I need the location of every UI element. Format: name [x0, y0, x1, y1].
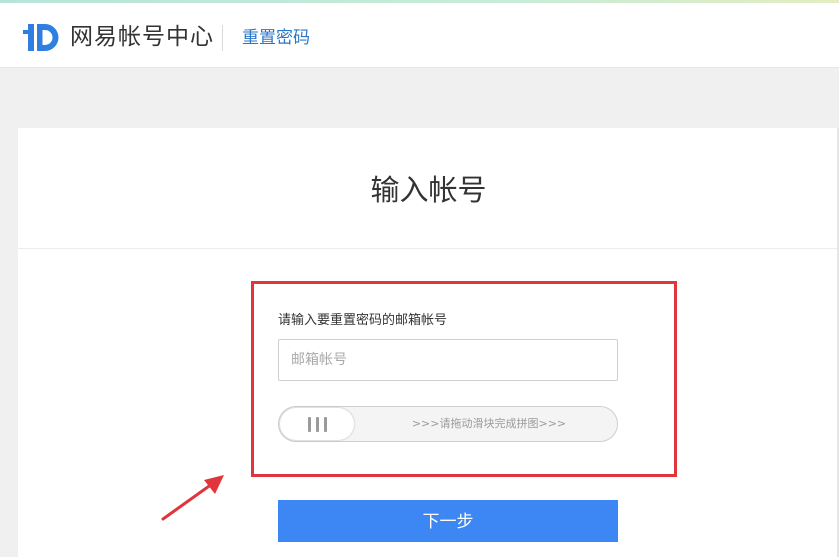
captcha-slider-handle[interactable]: [280, 408, 354, 440]
page-name: 重置密码: [242, 28, 310, 48]
grip-icon: [307, 416, 311, 432]
next-step-button[interactable]: 下一步: [278, 500, 618, 542]
annotation-arrow-icon: [161, 475, 224, 521]
reset-card: 输入帐号 请输入要重置密码的邮箱帐号 >>>请拖动滑块完成拼图>>> 下一步: [18, 128, 839, 557]
netease-id-logo-icon[interactable]: [22, 21, 60, 53]
brand-name[interactable]: 网易帐号中心: [70, 20, 214, 54]
captcha-slider-track[interactable]: >>>请拖动滑块完成拼图>>>: [278, 406, 618, 442]
slider-hint: >>>请拖动滑块完成拼图>>>: [411, 417, 567, 430]
email-field[interactable]: [278, 339, 618, 381]
header-divider: [222, 25, 223, 51]
grip-icon: [315, 416, 319, 432]
email-label: 请输入要重置密码的邮箱帐号: [278, 313, 448, 328]
page-title: 输入帐号: [370, 173, 487, 207]
title-divider: [18, 248, 839, 249]
grip-icon: [323, 416, 327, 432]
site-header: 网易帐号中心 重置密码: [0, 3, 839, 68]
